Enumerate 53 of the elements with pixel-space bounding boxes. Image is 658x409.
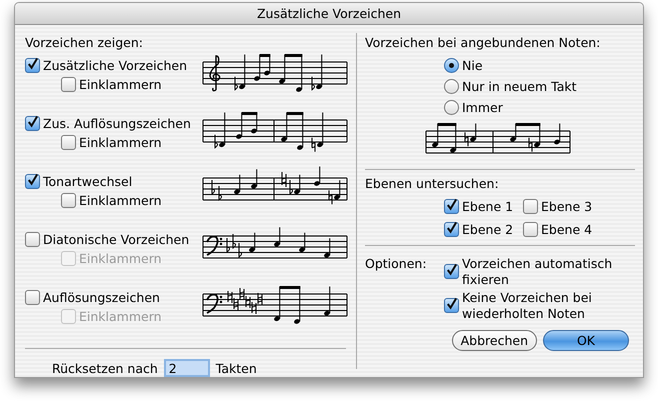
checkbox[interactable] — [25, 232, 40, 247]
checkbox-label[interactable]: Einklammern — [79, 135, 162, 150]
checkbox-label[interactable]: Ebene 4 — [541, 222, 592, 237]
radio-button[interactable] — [444, 58, 459, 73]
ok-button[interactable]: OK — [543, 330, 629, 351]
checkmark-icon — [26, 173, 39, 187]
section-heading: Vorzeichen zeigen: — [25, 35, 144, 50]
checkmark-icon — [26, 57, 39, 71]
section-heading: Vorzeichen bei angebundenen Noten: — [365, 35, 602, 50]
section-label: Optionen: — [365, 256, 428, 273]
checkmark-icon — [445, 221, 458, 235]
checkbox-label[interactable]: Einklammern — [79, 193, 162, 208]
input-field[interactable]: 2 — [164, 359, 210, 377]
radio-button[interactable] — [444, 79, 459, 94]
checkbox[interactable] — [444, 222, 459, 237]
checkbox[interactable] — [61, 77, 76, 92]
radio-button[interactable] — [444, 100, 459, 115]
radio-label[interactable]: Nie — [462, 58, 483, 73]
checkbox-label: Einklammern — [79, 309, 162, 324]
checkbox[interactable] — [61, 193, 76, 208]
field-label: Rücksetzen nach — [52, 360, 158, 376]
checkbox[interactable] — [523, 199, 538, 214]
checkbox[interactable] — [444, 199, 459, 214]
checkbox-label[interactable]: Vorzeichen automatisch fixieren — [462, 256, 624, 288]
checkbox-label[interactable]: Einklammern — [79, 77, 162, 92]
radio-label[interactable]: Nur in neuem Takt — [462, 79, 576, 94]
checkmark-icon — [445, 263, 458, 277]
checkbox[interactable] — [25, 116, 40, 131]
checkbox-label[interactable]: Zusätzliche Vorzeichen — [43, 58, 188, 73]
window-title: Zusätzliche Vorzeichen — [256, 6, 402, 21]
checkbox-label[interactable]: Auflösungszeichen — [43, 290, 160, 305]
checkbox[interactable] — [444, 298, 459, 313]
unit-label: Takten — [216, 360, 257, 376]
checkbox[interactable] — [61, 135, 76, 150]
checkbox[interactable] — [25, 174, 40, 189]
checkbox-label: Einklammern — [79, 251, 162, 266]
checkbox-label[interactable]: Keine Vorzeichen bei wiederholten Noten — [462, 290, 624, 322]
radio-label[interactable]: Immer — [462, 100, 503, 115]
checkbox[interactable] — [25, 58, 40, 73]
checkbox-label[interactable]: Ebene 3 — [541, 199, 592, 214]
checkbox[interactable] — [523, 222, 538, 237]
checkbox-label[interactable]: Zus. Auflösungszeichen — [43, 116, 191, 131]
checkbox-label[interactable]: Tonartwechsel — [43, 174, 132, 189]
checkbox[interactable] — [25, 290, 40, 305]
section-heading: Ebenen untersuchen: — [365, 176, 500, 191]
checkbox[interactable] — [444, 264, 459, 279]
checkmark-icon — [26, 115, 39, 129]
cancel-button[interactable]: Abbrechen — [452, 330, 537, 351]
checkbox-label[interactable]: Ebene 1 — [462, 199, 514, 214]
checkbox-label[interactable]: Ebene 2 — [462, 222, 514, 237]
checkmark-icon — [445, 198, 458, 212]
checkbox-label[interactable]: Diatonische Vorzeichen — [43, 232, 190, 247]
checkmark-icon — [445, 297, 458, 311]
